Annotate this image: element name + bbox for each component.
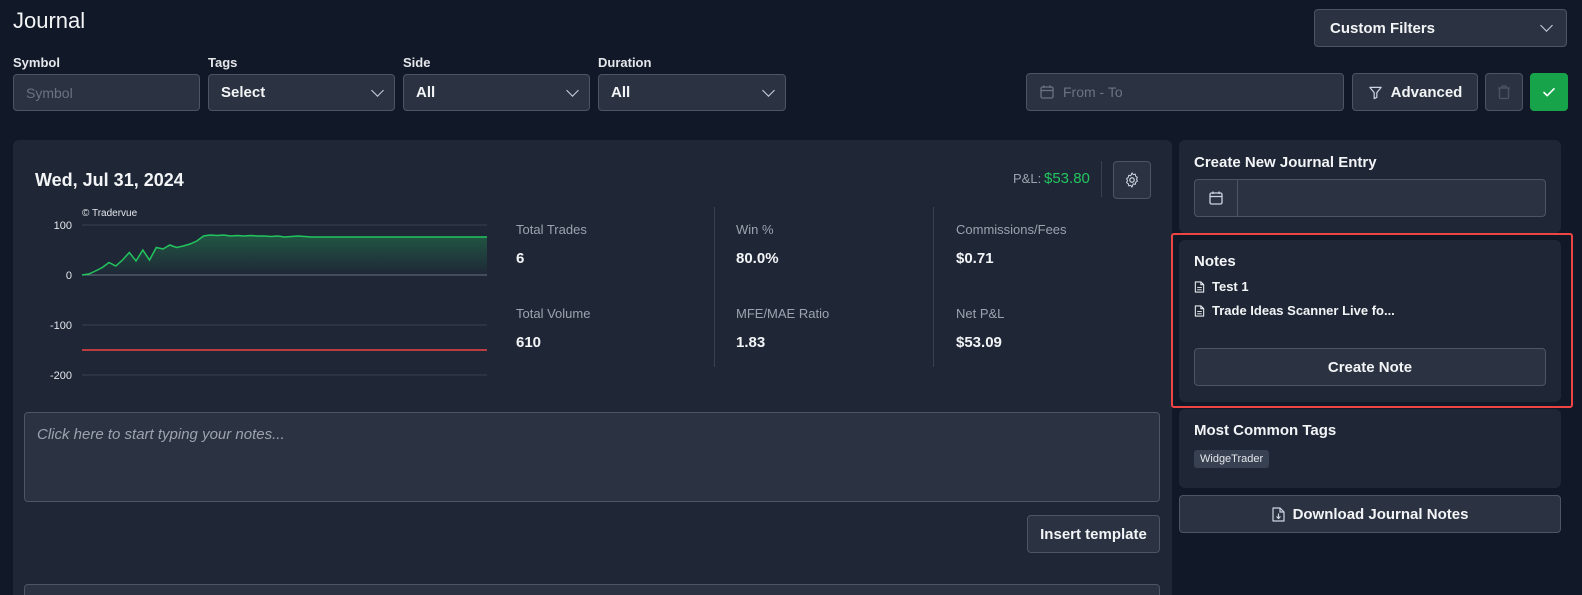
create-note-button[interactable]: Create Note (1194, 348, 1546, 386)
series-area (82, 235, 487, 275)
gear-icon (1126, 172, 1138, 188)
date-range-input[interactable]: From - To (1026, 73, 1344, 111)
win-pct-value: 80.0% (736, 250, 779, 267)
side-select-value: All (416, 84, 436, 101)
filter-icon (1368, 86, 1382, 99)
symbol-label: Symbol (13, 55, 60, 70)
download-journal-notes-button[interactable]: Download Journal Notes (1179, 495, 1561, 533)
document-icon (1194, 280, 1205, 293)
calendar-icon (1209, 191, 1223, 205)
duration-label: Duration (598, 55, 652, 70)
page-title: Journal (13, 8, 86, 33)
tags-card (1179, 409, 1561, 488)
chevron-down-icon (1540, 19, 1553, 32)
total-volume-value: 610 (516, 334, 542, 351)
insert-template-button[interactable]: Insert template (1027, 515, 1160, 553)
mfe-mae-value: 1.83 (736, 334, 766, 351)
net-pnl-label: Net P&L (956, 306, 1005, 321)
net-pnl-value: $53.09 (956, 334, 1002, 351)
chevron-down-icon (566, 83, 579, 97)
check-icon (1543, 88, 1555, 97)
day-settings-button[interactable] (1113, 161, 1151, 199)
win-pct-label: Win % (736, 222, 774, 237)
tags-select[interactable]: Select (208, 74, 395, 111)
calendar-button[interactable] (1195, 180, 1238, 216)
tags-label: Tags (208, 55, 238, 70)
day-notes-editor[interactable]: Click here to start typing your notes... (24, 412, 1160, 502)
file-download-icon (1271, 506, 1285, 522)
y-tick-label: 0 (66, 270, 72, 282)
total-volume-label: Total Volume (516, 306, 591, 321)
document-icon (1194, 304, 1205, 317)
total-trades-label: Total Trades (516, 222, 587, 237)
divider (1101, 161, 1102, 197)
trash-icon (1498, 85, 1510, 100)
y-tick-label: -100 (50, 320, 72, 332)
mfe-mae-label: MFE/MAE Ratio (736, 306, 830, 321)
tags-title: Most Common Tags (1194, 422, 1337, 439)
notes-title: Notes (1194, 253, 1236, 270)
total-trades-value: 6 (516, 250, 525, 267)
duration-select[interactable]: All (598, 74, 786, 111)
custom-filters-label: Custom Filters (1330, 19, 1436, 37)
delete-button[interactable] (1485, 73, 1523, 111)
pnl-chart: 100 0 -100 -200 (50, 220, 487, 382)
note-title: Trade Ideas Scanner Live fo... (1212, 303, 1395, 318)
pnl-value: $53.80 (1044, 170, 1090, 187)
commissions-value: $0.71 (956, 250, 994, 267)
side-select[interactable]: All (403, 74, 590, 111)
calendar-icon (1040, 85, 1054, 99)
side-label: Side (403, 55, 431, 70)
tags-select-value: Select (221, 84, 266, 101)
download-label: Download Journal Notes (1292, 505, 1469, 523)
new-entry-title: Create New Journal Entry (1194, 154, 1377, 171)
trades-section (24, 584, 1160, 595)
note-item[interactable]: Test 1 (1194, 279, 1249, 294)
apply-filters-button[interactable] (1530, 73, 1568, 111)
divider (933, 207, 934, 367)
note-item[interactable]: Trade Ideas Scanner Live fo... (1194, 303, 1395, 318)
duration-select-value: All (611, 84, 631, 101)
date-range-placeholder: From - To (1063, 84, 1123, 100)
tag-chip[interactable]: WidgeTrader (1194, 450, 1270, 468)
new-entry-date-input[interactable] (1194, 179, 1546, 217)
chevron-down-icon (371, 83, 384, 97)
advanced-button[interactable]: Advanced (1352, 73, 1478, 111)
custom-filters-dropdown[interactable]: Custom Filters (1314, 9, 1567, 47)
symbol-input[interactable]: Symbol (13, 74, 200, 111)
advanced-label: Advanced (1390, 83, 1463, 101)
day-date: Wed, Jul 31, 2024 (35, 170, 184, 190)
y-tick-label: 100 (54, 220, 72, 232)
y-tick-label: -200 (50, 370, 72, 382)
note-title: Test 1 (1212, 279, 1249, 294)
divider (714, 207, 715, 367)
pnl-label: P&L: (1013, 171, 1042, 186)
chevron-down-icon (762, 83, 775, 97)
commissions-label: Commissions/Fees (956, 222, 1067, 237)
